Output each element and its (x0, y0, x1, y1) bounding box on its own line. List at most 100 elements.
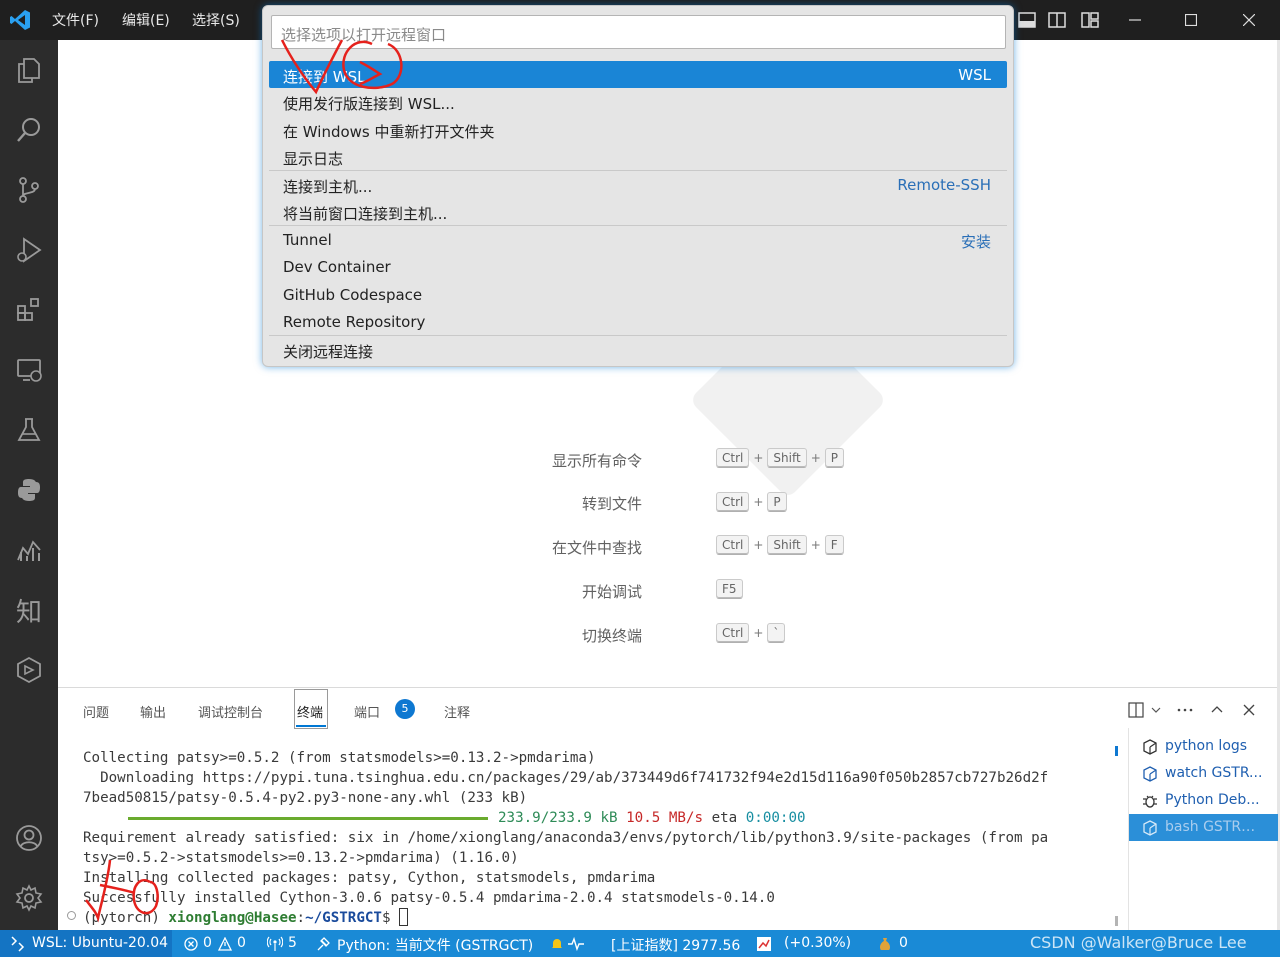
tab-output[interactable]: 输出 (140, 702, 166, 721)
cube-extension-icon[interactable] (11, 652, 47, 688)
prompt-env: (pytorch) (83, 910, 169, 926)
shortcut-label-commands: 显示所有命令 (551, 452, 642, 470)
qp-item-label: 连接到 WSL (283, 68, 366, 86)
terminal-line: 7bead50815/patsy-0.5.4-py2.py3-none-any.… (83, 790, 528, 806)
maximize-panel-icon[interactable] (1207, 700, 1227, 720)
toggle-secondary-sidebar-icon[interactable] (1045, 8, 1069, 32)
qp-item-connect-host[interactable]: 连接到主机... Remote-SSH (269, 171, 1007, 198)
ports-count[interactable]: 5 (288, 935, 297, 951)
qp-item-label: 关闭远程连接 (283, 343, 374, 361)
prompt-user: xionglang@Hasee (168, 910, 297, 926)
minimize-icon[interactable] (1106, 0, 1164, 40)
menu-selection[interactable]: 选择(S) (192, 10, 240, 30)
terminal-tab-bash[interactable]: bash GSTRG... (1129, 814, 1278, 841)
menu-file[interactable]: 文件(F) (52, 10, 99, 30)
key-p: P (824, 448, 845, 468)
qp-item-close-remote[interactable]: 关闭远程连接 (269, 336, 1007, 363)
command-decoration-icon[interactable] (67, 911, 76, 920)
progress-eta-label: eta (711, 810, 738, 826)
shortcut-label-start-debug: 开始调试 (581, 583, 642, 601)
qp-item-tunnel[interactable]: Tunnel 安装 (269, 226, 1007, 253)
testing-icon[interactable] (11, 412, 47, 448)
qp-item-connect-wsl[interactable]: 连接到 WSL WSL (269, 61, 1007, 88)
run-debug-icon[interactable] (11, 232, 47, 268)
qp-item-label: 使用发行版连接到 WSL... (283, 95, 455, 113)
terminal-tab-label: watch GSTR... (1165, 765, 1263, 781)
zhi-label: 知 (15, 597, 42, 628)
progress-speed: 10.5 MB/s (626, 810, 704, 826)
tab-ports[interactable]: 端口 (354, 702, 380, 721)
close-panel-icon[interactable] (1239, 700, 1259, 720)
qp-item-github-codespace[interactable]: GitHub Codespace (269, 281, 1007, 308)
qp-item-connect-current-window[interactable]: 将当前窗口连接到主机... (269, 198, 1007, 225)
tab-debug-console[interactable]: 调试控制台 (198, 702, 263, 721)
progress-size: 233.9/233.9 kB (498, 810, 618, 826)
activity-bar: 知 (0, 40, 58, 930)
key-f: F (824, 535, 844, 555)
tab-comments[interactable]: 注释 (444, 702, 470, 721)
qp-item-dev-container[interactable]: Dev Container (269, 253, 1007, 280)
debug-bug-icon (1143, 795, 1157, 808)
zhi-icon[interactable]: 知 (11, 592, 47, 628)
prompt-sep: : (296, 910, 306, 926)
shortcut-keys-find-in-files: Ctrl + Shift + F (716, 535, 844, 555)
extensions-icon[interactable] (11, 292, 47, 328)
quick-pick-placeholder: 选择选项以打开远程窗口 (281, 26, 447, 44)
tab-problems[interactable]: 问题 (83, 702, 109, 721)
key-shift: Shift (767, 535, 807, 555)
qp-item-remote-repository[interactable]: Remote Repository (269, 308, 1007, 335)
python-interpreter-icon (317, 937, 330, 951)
quick-pick-input[interactable]: 选择选项以打开远程窗口 (271, 15, 1006, 49)
settings-gear-icon[interactable] (11, 880, 47, 916)
qp-item-label: 在 Windows 中重新打开文件夹 (283, 123, 495, 141)
stock-index-label[interactable]: [上证指数] 2977.56 (611, 935, 740, 955)
remote-explorer-icon[interactable] (11, 352, 47, 388)
close-icon[interactable] (1220, 0, 1278, 40)
progress-eta: 0:00:00 (745, 810, 806, 826)
terminal-output[interactable]: Collecting patsy>=0.5.2 (from statsmodel… (83, 748, 1113, 928)
key-backtick: ` (767, 623, 786, 643)
qp-item-show-log[interactable]: 显示日志 (269, 143, 1007, 170)
stock-change-label[interactable]: (+0.30%) (784, 935, 851, 951)
warning-count[interactable]: 0 (237, 935, 246, 951)
tab-terminal[interactable]: 终端 (297, 702, 323, 721)
chevron-down-icon[interactable] (1146, 700, 1166, 720)
source-control-icon[interactable] (11, 172, 47, 208)
qp-item-label: Remote Repository (283, 313, 426, 331)
terminal-cube-icon (1143, 820, 1157, 836)
toggle-panel-icon[interactable] (1015, 8, 1039, 32)
python-icon[interactable] (11, 472, 47, 508)
explorer-icon[interactable] (11, 52, 47, 88)
search-icon[interactable] (11, 112, 47, 148)
terminal-cube-icon (1143, 766, 1157, 782)
qp-item-label: GitHub Codespace (283, 286, 423, 304)
terminal-line: Collecting patsy>=0.5.2 (from statsmodel… (83, 750, 596, 766)
qp-item-install-link[interactable]: 安装 (961, 231, 991, 252)
accounts-icon[interactable] (11, 820, 47, 856)
python-interpreter-label[interactable]: Python: 当前文件 (GSTRGCT) (337, 935, 533, 955)
more-actions-icon[interactable] (1175, 700, 1195, 720)
terminal-prompt: (pytorch) xionglang@Hasee:~/GSTRGCT$ (83, 908, 1113, 928)
terminal-tabs-list: python logs watch GSTR... Python Deb... … (1128, 728, 1278, 931)
customize-layout-icon[interactable] (1078, 8, 1102, 32)
chart-trend-icon (757, 937, 771, 951)
qp-item-connect-wsl-distro[interactable]: 使用发行版连接到 WSL... (269, 88, 1007, 115)
remote-indicator[interactable]: WSL: Ubuntu-20.04 (0, 930, 172, 957)
menu-edit[interactable]: 编辑(E) (122, 10, 170, 30)
shortcut-label-toggle-terminal: 切换终端 (581, 627, 642, 645)
maximize-icon[interactable] (1162, 0, 1220, 40)
qp-item-desc: Remote-SSH (897, 176, 991, 194)
graph-icon[interactable] (11, 532, 47, 568)
terminal-tab-python-debug[interactable]: Python Deb... (1129, 787, 1278, 814)
shortcut-keys-start-debug: F5 (716, 579, 743, 599)
error-count[interactable]: 0 (203, 935, 212, 951)
qp-item-label: 显示日志 (283, 150, 344, 168)
terminal-line: Installing collected packages: patsy, Cy… (83, 870, 656, 886)
shortcut-label-go-to-file: 转到文件 (581, 495, 642, 513)
coin-count[interactable]: 0 (899, 935, 908, 951)
terminal-tab-watch[interactable]: watch GSTR... (1129, 760, 1278, 787)
split-terminal-icon[interactable] (1126, 700, 1146, 720)
shortcut-keys-toggle-terminal: Ctrl + ` (716, 623, 786, 643)
qp-item-reopen-windows[interactable]: 在 Windows 中重新打开文件夹 (269, 116, 1007, 143)
terminal-tab-python-logs[interactable]: python logs (1129, 733, 1278, 760)
